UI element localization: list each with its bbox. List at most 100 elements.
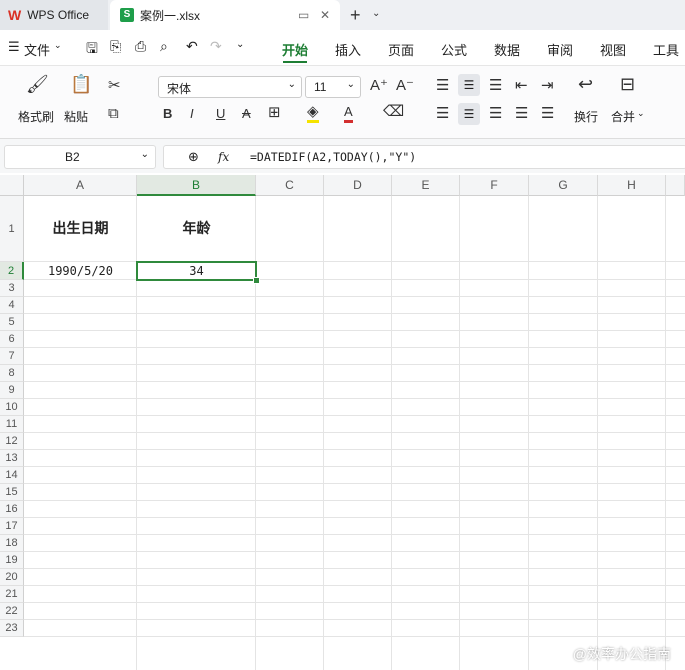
menu-insert[interactable]: 插入 — [335, 40, 361, 59]
formula-text[interactable]: =DATEDIF(A2,TODAY(),"Y") — [250, 150, 416, 164]
name-box[interactable]: B2 ⌄ — [4, 145, 156, 169]
row-header[interactable]: 21 — [0, 586, 24, 603]
tab-wps-office[interactable]: W WPS Office — [0, 0, 108, 30]
save-icon[interactable]: 🖫 — [86, 38, 98, 62]
row-header[interactable]: 1 — [0, 196, 24, 262]
strikethrough-icon[interactable]: A — [242, 106, 251, 122]
print-icon[interactable]: ⎙ — [135, 38, 146, 55]
cell-b1[interactable]: 年龄 — [137, 196, 256, 262]
row-header[interactable]: 7 — [0, 348, 24, 365]
copy-icon[interactable]: ⧉ — [108, 106, 119, 122]
decrease-font-icon[interactable]: A⁻ — [396, 78, 414, 94]
row-header[interactable]: 23 — [0, 620, 24, 637]
menu-home[interactable]: 开始 — [282, 40, 308, 59]
merge-icon[interactable]: ⊟ — [620, 75, 635, 93]
column-header-g[interactable]: G — [529, 175, 598, 196]
indent-decrease-icon[interactable]: ⇤ — [515, 78, 528, 94]
close-tab-icon[interactable]: ✕ — [320, 8, 330, 22]
redo-icon[interactable]: ↷ — [210, 38, 222, 55]
indent-increase-icon[interactable]: ⇥ — [541, 78, 554, 94]
underline-icon[interactable]: U — [216, 106, 225, 122]
row-header[interactable]: 14 — [0, 467, 24, 484]
file-menu[interactable]: 文件 — [24, 40, 50, 59]
export-icon[interactable]: ⎘ — [110, 38, 121, 55]
row-header[interactable]: 20 — [0, 569, 24, 586]
row-header[interactable]: 11 — [0, 416, 24, 433]
menu-page[interactable]: 页面 — [388, 40, 414, 59]
menu-formula[interactable]: 公式 — [441, 40, 467, 59]
fill-color-icon[interactable]: ◈ — [307, 104, 319, 123]
row-header[interactable]: 8 — [0, 365, 24, 382]
row-header[interactable]: 19 — [0, 552, 24, 569]
row-header[interactable]: 16 — [0, 501, 24, 518]
row-header[interactable]: 10 — [0, 399, 24, 416]
formula-input-area[interactable]: ⊕ fx =DATEDIF(A2,TODAY(),"Y") — [163, 145, 685, 169]
justify-icon[interactable]: ☰ — [515, 106, 528, 122]
window-restore-icon[interactable]: ▭ — [298, 8, 309, 22]
new-tab-icon[interactable]: + — [350, 5, 361, 26]
undo-icon[interactable]: ↶ — [186, 38, 198, 55]
font-name-select[interactable]: 宋体 ⌄ — [158, 76, 302, 98]
row-header[interactable]: 9 — [0, 382, 24, 399]
wrap-text-icon[interactable]: ↩ — [578, 75, 593, 93]
column-header-a[interactable]: A — [24, 175, 137, 196]
column-header-b[interactable]: B — [137, 175, 256, 196]
fx-icon[interactable]: fx — [218, 150, 229, 164]
row-header[interactable]: 3 — [0, 280, 24, 297]
spreadsheet-grid[interactable]: A B C D E F G H 1 2 3 4 5 6 7 8 9 10 11 12 13 14 15 16 1… — [0, 175, 685, 670]
cut-icon[interactable]: ✂ — [108, 78, 121, 94]
column-header-c[interactable]: C — [256, 175, 324, 196]
print-preview-icon[interactable]: ⌕ — [160, 38, 168, 55]
fill-handle[interactable] — [253, 277, 260, 284]
row-gridline — [24, 534, 685, 535]
align-center-button[interactable]: ☰ — [458, 103, 480, 125]
increase-font-icon[interactable]: A⁺ — [370, 78, 388, 94]
column-header-d[interactable]: D — [324, 175, 392, 196]
wrap-text-label[interactable]: 换行 — [574, 108, 598, 125]
cell-a1[interactable]: 出生日期 — [24, 196, 137, 262]
font-color-icon[interactable]: A — [344, 104, 353, 123]
row-header[interactable]: 17 — [0, 518, 24, 535]
row-header[interactable]: 5 — [0, 314, 24, 331]
row-header[interactable]: 13 — [0, 450, 24, 467]
cell-a2[interactable]: 1990/5/20 — [24, 262, 137, 280]
hamburger-icon[interactable]: ☰ — [8, 39, 20, 55]
more-icon[interactable]: ⌄ — [236, 39, 244, 50]
tab-file[interactable]: S 案例一.xlsx ▭ ✕ — [110, 0, 340, 30]
align-middle-button[interactable]: ☰ — [458, 74, 480, 96]
select-all-corner[interactable] — [0, 175, 24, 196]
column-header-e[interactable]: E — [392, 175, 460, 196]
align-left-icon[interactable]: ☰ — [436, 106, 449, 122]
column-header-h[interactable]: H — [598, 175, 666, 196]
column-header-i[interactable] — [666, 175, 685, 196]
cell-b2-selected[interactable]: 34 — [136, 261, 257, 281]
row-header[interactable]: 2 — [0, 262, 24, 280]
row-header[interactable]: 18 — [0, 535, 24, 552]
merge-label[interactable]: 合并 — [611, 108, 635, 125]
border-icon[interactable]: ⊞ — [268, 105, 281, 121]
paste-label[interactable]: 粘贴 — [64, 108, 88, 125]
align-right-icon[interactable]: ☰ — [489, 106, 502, 122]
align-bottom-icon[interactable]: ☰ — [489, 78, 502, 94]
format-painter-icon[interactable]: 🖌 — [26, 75, 49, 93]
menu-data[interactable]: 数据 — [494, 40, 520, 59]
paste-icon[interactable]: 📋 — [70, 75, 92, 93]
font-size-select[interactable]: 11 ⌄ — [305, 76, 361, 98]
row-header[interactable]: 22 — [0, 603, 24, 620]
bold-icon[interactable]: B — [163, 106, 172, 122]
format-painter-label[interactable]: 格式刷 — [18, 108, 54, 125]
row-header[interactable]: 6 — [0, 331, 24, 348]
zoom-icon[interactable]: ⊕ — [188, 149, 199, 165]
row-header[interactable]: 4 — [0, 297, 24, 314]
row-header[interactable]: 12 — [0, 433, 24, 450]
menu-view[interactable]: 视图 — [600, 40, 626, 59]
menu-tools[interactable]: 工具 — [653, 40, 679, 59]
chevron-down-icon[interactable]: ⌄ — [372, 8, 380, 19]
menu-review[interactable]: 审阅 — [547, 40, 573, 59]
clear-format-icon[interactable]: ⌫ — [383, 104, 404, 120]
distribute-icon[interactable]: ☰ — [541, 106, 554, 122]
row-header[interactable]: 15 — [0, 484, 24, 501]
italic-icon[interactable]: I — [190, 106, 194, 122]
align-top-icon[interactable]: ☰ — [436, 78, 449, 94]
column-header-f[interactable]: F — [460, 175, 529, 196]
